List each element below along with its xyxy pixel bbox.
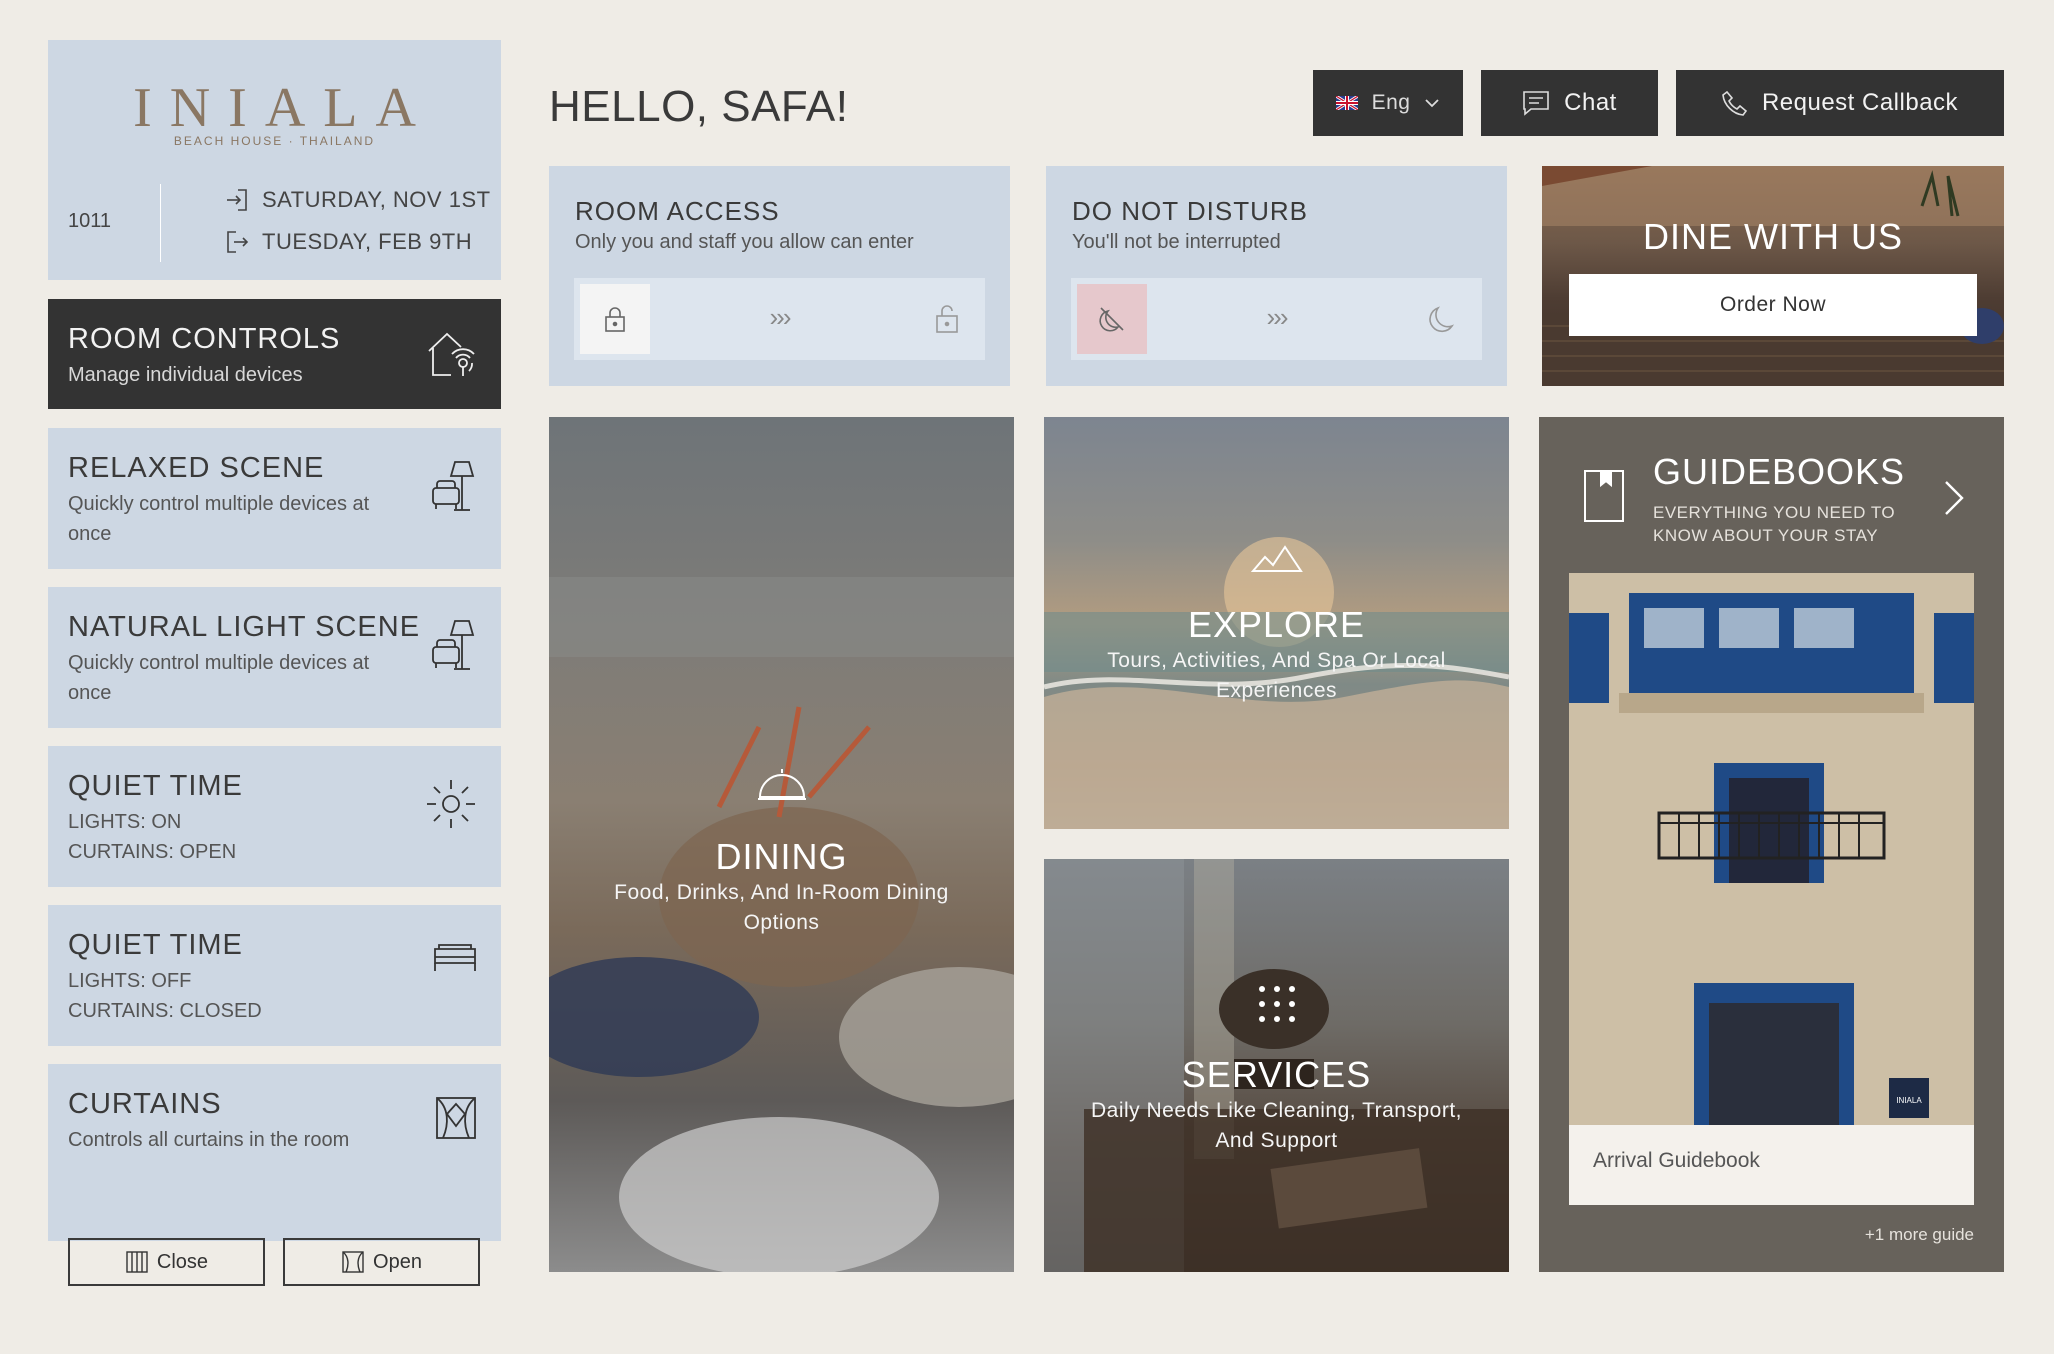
curtains-closed-icon (125, 1250, 149, 1274)
building-sign-text: INIALA (1896, 1096, 1922, 1105)
dnd-slider[interactable]: ››› (1071, 278, 1482, 360)
check-in-icon (224, 187, 250, 213)
smart-home-icon (425, 329, 479, 379)
chevron-down-icon (1424, 98, 1440, 108)
check-out-icon (224, 229, 250, 255)
close-label: Close (156, 1250, 209, 1273)
services-title: SERVICES (1181, 1054, 1372, 1095)
sofa-lamp-icon (429, 617, 479, 673)
room-access-slider[interactable]: ››› (574, 278, 985, 360)
natural-light-scene-tile[interactable]: NATURAL LIGHT SCENE Quickly control mult… (48, 587, 501, 728)
bed-icon (431, 941, 479, 975)
bookmark-icon (1583, 469, 1625, 523)
relaxed-scene-tile[interactable]: RELAXED SCENE Quickly control multiple d… (48, 428, 501, 569)
dining-title: DINING (715, 836, 848, 877)
chat-label: Chat (1564, 89, 1617, 116)
check-in-date: SATURDAY, NOV 1ST (262, 187, 491, 212)
hotel-logo: INIALA (133, 77, 434, 139)
explore-subtitle: Tours, Activities, And Spa Or Local Expe… (1107, 649, 1446, 702)
services-overlay: SERVICES Daily Needs Like Cleaning, Tran… (1044, 981, 1509, 1156)
curtains-icon (433, 1094, 479, 1142)
room-controls-tile[interactable]: ROOM CONTROLS Manage individual devices (48, 299, 501, 409)
arrival-guidebook-label[interactable]: Arrival Guidebook (1569, 1125, 1974, 1205)
divider (160, 184, 161, 262)
tile-title: ROOM CONTROLS (68, 323, 341, 355)
tile-lights-status: LIGHTS: OFF (68, 970, 192, 992)
chat-icon (1522, 90, 1550, 116)
open-curtains-button[interactable]: Open (283, 1238, 480, 1286)
chat-button[interactable]: Chat (1481, 70, 1658, 136)
tile-curtains-status: CURTAINS: OPEN (68, 841, 237, 863)
close-curtains-button[interactable]: Close (68, 1238, 265, 1286)
guidebook-cover-image[interactable]: INIALA (1569, 573, 1974, 1125)
callback-label: Request Callback (1761, 89, 1959, 116)
quiet-time-lights-off-tile[interactable]: QUIET TIME LIGHTS: OFF CURTAINS: CLOSED (48, 905, 501, 1046)
guidebooks-panel: GUIDEBOOKS EVERYTHING YOU NEED TO KNOW A… (1539, 417, 2004, 1272)
phone-icon (1722, 90, 1748, 116)
tile-subtitle: Manage individual devices (68, 364, 303, 386)
check-out-row: TUESDAY, FEB 9TH (224, 229, 472, 255)
tile-title: RELAXED SCENE (68, 452, 325, 484)
explore-title: EXPLORE (1187, 604, 1366, 645)
cloche-icon (756, 767, 808, 803)
dnd-title: DO NOT DISTURB (1072, 196, 1308, 226)
room-access-title: ROOM ACCESS (575, 196, 780, 226)
quiet-time-lights-on-tile[interactable]: QUIET TIME LIGHTS: ON CURTAINS: OPEN (48, 746, 501, 887)
sofa-lamp-icon (429, 458, 479, 514)
building-facade-image: INIALA (1569, 573, 1974, 1125)
services-card[interactable]: SERVICES Daily Needs Like Cleaning, Tran… (1044, 859, 1509, 1272)
greeting: HELLO, SAFA! (549, 82, 849, 131)
tile-title: QUIET TIME (68, 929, 243, 961)
tile-title: QUIET TIME (68, 770, 243, 802)
dine-title: DINE WITH US (1643, 216, 1903, 257)
dining-subtitle: Food, Drinks, And In-Room Dining Options (614, 881, 949, 934)
unlock-icon (933, 302, 961, 334)
tile-title: CURTAINS (68, 1088, 222, 1120)
room-access-subtitle: Only you and staff you allow can enter (575, 231, 914, 253)
dining-card[interactable]: DINING Food, Drinks, And In-Room Dining … (549, 417, 1014, 1272)
moon-icon (1426, 302, 1458, 334)
hotel-info-card: INIALA BEACH HOUSE · THAILAND 1011 SATUR… (48, 40, 501, 280)
check-in-row: SATURDAY, NOV 1ST (224, 187, 491, 213)
room-access-card: ROOM ACCESS Only you and staff you allow… (549, 166, 1010, 386)
slide-arrows: ››› (769, 302, 792, 332)
explore-overlay: EXPLORE Tours, Activities, And Spa Or Lo… (1044, 545, 1509, 706)
guidebooks-subtitle: EVERYTHING YOU NEED TO KNOW ABOUT YOUR S… (1653, 503, 1896, 545)
curtains-open-icon (341, 1250, 365, 1274)
order-now-button[interactable]: Order Now (1569, 274, 1977, 336)
tile-subtitle: Quickly control multiple devices at once (68, 493, 370, 545)
dining-overlay: DINING Food, Drinks, And In-Room Dining … (549, 767, 1014, 938)
chevron-right-icon[interactable] (1943, 479, 1965, 517)
tile-lights-status: LIGHTS: ON (68, 811, 182, 833)
open-label: Open (373, 1250, 422, 1273)
check-out-date: TUESDAY, FEB 9TH (262, 229, 473, 254)
services-subtitle: Daily Needs Like Cleaning, Transport, An… (1090, 1099, 1462, 1152)
guidebooks-title: GUIDEBOOKS (1653, 451, 1906, 492)
hotel-logo-subtitle: BEACH HOUSE · THAILAND (173, 134, 376, 148)
room-number: 1011 (68, 210, 112, 232)
request-callback-button[interactable]: Request Callback (1676, 70, 2004, 136)
more-guides-link[interactable]: +1 more guide (1865, 1225, 1974, 1245)
do-not-disturb-card: DO NOT DISTURB You'll not be interrupted… (1046, 166, 1507, 386)
dnd-subtitle: You'll not be interrupted (1072, 231, 1281, 253)
tile-subtitle: Quickly control multiple devices at once (68, 652, 370, 704)
language-label: Eng (1371, 91, 1411, 114)
sun-icon (423, 776, 479, 832)
explore-card[interactable]: EXPLORE Tours, Activities, And Spa Or Lo… (1044, 417, 1509, 829)
dine-with-us-card[interactable]: DINE WITH US Order Now (1542, 166, 2004, 386)
uk-flag-icon (1335, 96, 1358, 110)
curtains-tile[interactable]: CURTAINS Controls all curtains in the ro… (48, 1064, 501, 1286)
tile-curtains-status: CURTAINS: CLOSED (68, 1000, 262, 1022)
mountains-icon (1250, 545, 1303, 573)
slide-arrows: ››› (1266, 302, 1289, 332)
tile-title: NATURAL LIGHT SCENE (68, 611, 421, 643)
tile-subtitle: Controls all curtains in the room (68, 1129, 350, 1151)
keypad-icon (1254, 981, 1300, 1027)
language-selector[interactable]: Eng (1313, 70, 1463, 136)
